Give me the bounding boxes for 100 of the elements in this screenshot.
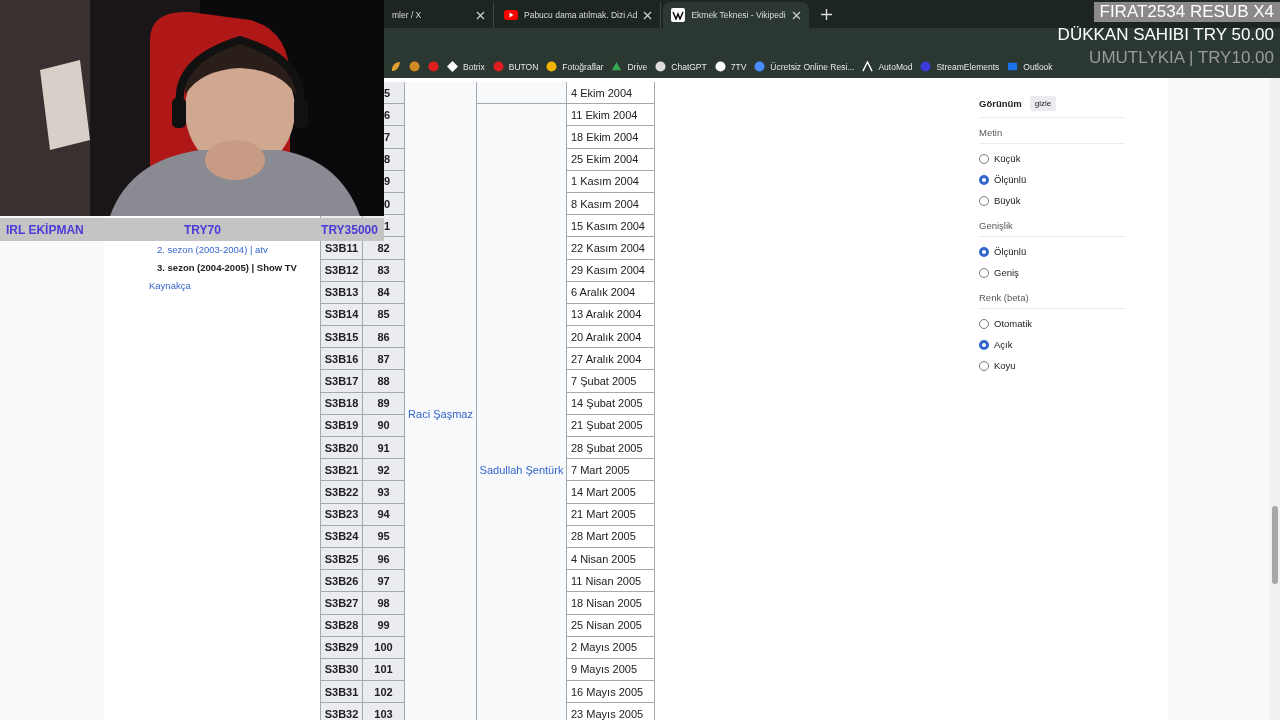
- air-date-cell: 7 Şubat 2005: [567, 370, 655, 393]
- air-date-cell: 18 Nisan 2005: [567, 592, 655, 615]
- sidebar-link[interactable]: Kaynakça: [149, 280, 191, 291]
- episode-code-cell: S3B26: [321, 570, 363, 593]
- radio-button[interactable]: [979, 339, 989, 350]
- radio-option[interactable]: Büyük: [979, 190, 1125, 211]
- episode-number-cell: 90: [363, 414, 405, 437]
- air-date-cell: 11 Nisan 2005: [567, 570, 655, 593]
- episode-code-cell: S3B17: [321, 370, 363, 393]
- radio-button[interactable]: [979, 195, 989, 206]
- bookmark[interactable]: Outlook: [1007, 61, 1053, 72]
- radio-option[interactable]: Geniş: [979, 262, 1125, 283]
- air-date-cell: 21 Mart 2005: [567, 503, 655, 526]
- episode-number-cell: 83: [363, 259, 405, 282]
- radio-button[interactable]: [979, 246, 989, 257]
- radio-option[interactable]: Açık: [979, 334, 1125, 355]
- air-date-cell: 29 Kasım 2004: [567, 259, 655, 282]
- new-tab-icon[interactable]: [820, 9, 832, 20]
- air-date-cell: 22 Kasım 2004: [567, 237, 655, 260]
- bookmark[interactable]: [390, 61, 401, 72]
- episode-number-cell: 102: [363, 681, 405, 704]
- episode-code-cell: S3B19: [321, 414, 363, 437]
- overlay-text: TRY70: [183, 222, 221, 237]
- air-date-cell: 14 Mart 2005: [567, 481, 655, 504]
- radio-button[interactable]: [979, 174, 989, 185]
- episode-number-cell: 93: [363, 481, 405, 504]
- episode-number-cell: 85: [363, 303, 405, 327]
- episode-code-cell: S3B12: [321, 259, 363, 282]
- episode-code-cell: S3B13: [321, 281, 363, 304]
- episode-number-cell: 101: [363, 658, 405, 682]
- episode-code-cell: S3B30: [321, 658, 363, 682]
- bookmark[interactable]: [428, 61, 439, 72]
- air-date-cell: 4 Nisan 2005: [567, 547, 655, 571]
- episode-number-cell: 89: [363, 392, 405, 415]
- radio-option[interactable]: Ölçünlü: [979, 169, 1125, 190]
- episode-number-cell: 99: [363, 614, 405, 637]
- radio-option[interactable]: Küçük: [979, 148, 1125, 169]
- scrollbar-thumb[interactable]: [1272, 506, 1278, 584]
- close-icon[interactable]: [476, 10, 485, 20]
- bookmark-icon: [714, 61, 726, 72]
- air-date-cell: 9 Mayıs 2005: [567, 658, 655, 682]
- alert-text: UMUTLYKIA | TRY10.00: [1088, 48, 1275, 68]
- bookmark[interactable]: StreamElements: [920, 61, 1000, 72]
- air-date-cell: 25 Ekim 2004: [567, 148, 655, 171]
- episode-number-cell: 82: [363, 237, 405, 260]
- episode-code-cell: S3B14: [321, 303, 363, 327]
- bookmark[interactable]: Ücretsiz Online Resi...: [754, 61, 855, 72]
- episode-code-cell: S3B31: [321, 681, 363, 704]
- radio-button[interactable]: [979, 360, 989, 371]
- air-date-cell: 28 Şubat 2005: [567, 437, 655, 460]
- director-link[interactable]: Sadullah Şentürk: [479, 463, 564, 476]
- alert-text: FIRAT2534 RESUB X4: [1093, 2, 1280, 22]
- bookmark-icon: [428, 61, 439, 72]
- close-icon[interactable]: [791, 10, 801, 20]
- bookmark[interactable]: AutoMod: [862, 61, 913, 72]
- episode-number-cell: 94: [363, 503, 405, 526]
- episode-number-cell: 98: [363, 592, 405, 615]
- episode-number-cell: 91: [363, 437, 405, 460]
- episode-code-cell: S3B18: [321, 392, 363, 415]
- bookmark[interactable]: BUTON: [492, 61, 539, 72]
- radio-button[interactable]: [979, 267, 989, 278]
- episode-code-cell: S3B22: [321, 481, 363, 504]
- air-date-cell: 6 Aralık 2004: [567, 281, 655, 304]
- episode-number-cell: 95: [363, 525, 405, 548]
- episode-number-cell: 100: [363, 636, 405, 659]
- episode-code-cell: S3B16: [321, 348, 363, 371]
- radio-option[interactable]: Ölçünlü: [979, 241, 1125, 262]
- radio-button[interactable]: [979, 318, 989, 329]
- air-date-cell: 14 Şubat 2005: [567, 392, 655, 415]
- bookmark-icon: [920, 61, 932, 72]
- bookmark[interactable]: Botrix: [447, 61, 485, 72]
- bookmark-icon: [1007, 61, 1019, 72]
- bookmark-icon: [492, 61, 504, 72]
- group-label: Metin: [979, 118, 1125, 144]
- bookmark[interactable]: Fotoğraflar: [546, 61, 604, 72]
- sidebar-link[interactable]: 2. sezon (2003-2004) | atv: [157, 244, 268, 255]
- episode-number-cell: 87: [363, 348, 405, 371]
- air-date-cell: 4 Ekim 2004: [567, 82, 655, 105]
- air-date-cell: 27 Aralık 2004: [567, 348, 655, 371]
- episode-number-cell: 96: [363, 547, 405, 571]
- air-date-cell: 20 Aralık 2004: [567, 326, 655, 349]
- video-icon: [504, 10, 518, 20]
- writer-link[interactable]: Raci Şaşmaz: [408, 408, 473, 421]
- radio-option[interactable]: Otomatik: [979, 313, 1125, 334]
- bookmark[interactable]: 7TV: [714, 61, 747, 72]
- browser-tab[interactable]: Ekmek Teknesi - Vikipedi: [663, 2, 809, 28]
- hide-button[interactable]: gizle: [1029, 96, 1057, 111]
- episode-code-cell: S3B27: [321, 592, 363, 615]
- sidebar-link[interactable]: 3. sezon (2004-2005) | Show TV: [157, 262, 297, 273]
- bookmark[interactable]: ChatGPT: [655, 61, 707, 72]
- radio-button[interactable]: [979, 153, 989, 164]
- episode-number-cell: 88: [363, 370, 405, 393]
- radio-option[interactable]: Koyu: [979, 355, 1125, 376]
- bookmark[interactable]: Drive: [611, 61, 648, 72]
- bookmark-icon: [409, 61, 420, 72]
- episode-code-cell: S3B29: [321, 636, 363, 659]
- group-label: Renk (beta): [979, 283, 1125, 309]
- close-icon[interactable]: [643, 10, 653, 20]
- bookmark[interactable]: [409, 61, 420, 72]
- overlay-text: IRL EKİPMAN: [6, 222, 84, 237]
